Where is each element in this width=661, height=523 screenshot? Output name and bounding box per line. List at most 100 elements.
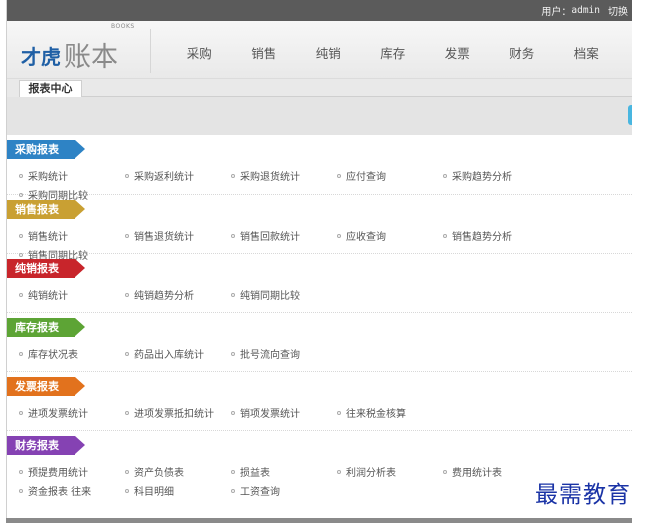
section-title: 库存报表 xyxy=(7,318,85,337)
section-title: 纯销报表 xyxy=(7,259,85,278)
bullet-icon xyxy=(19,489,23,493)
report-link-label: 纯销趋势分析 xyxy=(134,291,194,302)
bullet-icon xyxy=(231,470,235,474)
report-link[interactable]: 采购退货统计 xyxy=(231,168,337,187)
report-link[interactable]: 销售趋势分析 xyxy=(443,228,549,247)
bottom-edge xyxy=(6,518,632,523)
bullet-icon xyxy=(231,352,235,356)
report-link[interactable]: 资金报表 往来 xyxy=(19,483,125,502)
report-link-label: 采购返利统计 xyxy=(134,172,194,183)
bullet-icon xyxy=(19,352,23,356)
nav-item[interactable]: 财务 xyxy=(490,43,555,62)
bullet-icon xyxy=(231,293,235,297)
bullet-icon xyxy=(443,470,447,474)
report-link-label: 销售趋势分析 xyxy=(452,232,512,243)
report-link[interactable]: 进项发票统计 xyxy=(19,405,125,424)
report-link[interactable]: 药品出入库统计 xyxy=(125,346,231,365)
bullet-icon xyxy=(19,411,23,415)
report-sections: 采购报表 采购统计 采购返利统计 采购退货统计 应付查询 采购趋势分析 采购同期比较 销售报表… xyxy=(7,135,632,518)
report-section: 库存报表库存状况表 药品出入库统计 批号流向查询 xyxy=(7,313,632,372)
user-label: 用户： xyxy=(541,7,572,18)
nav-item[interactable]: 库存 xyxy=(361,43,426,62)
report-link-label: 应付查询 xyxy=(346,172,386,183)
tab-report-center[interactable]: 报表中心 xyxy=(19,80,82,97)
bullet-icon xyxy=(231,234,235,238)
report-link-label: 科目明细 xyxy=(134,487,174,498)
bullet-icon xyxy=(337,234,341,238)
bullet-icon xyxy=(125,174,129,178)
section-title: 财务报表 xyxy=(7,436,85,455)
bullet-icon xyxy=(443,174,447,178)
report-link-label: 销售回款统计 xyxy=(240,232,300,243)
report-link[interactable]: 损益表 xyxy=(231,464,337,483)
toolbar xyxy=(7,97,632,135)
report-link-label: 往来税金核算 xyxy=(346,409,406,420)
bullet-icon xyxy=(231,411,235,415)
report-link[interactable]: 纯销趋势分析 xyxy=(125,287,231,306)
report-link[interactable]: 销售退货统计 xyxy=(125,228,231,247)
screenshot-frame: 用户： admin 切换 才虎 账本 BOOKS 采购 销售 纯销 库存 发票 财务 档案 … xyxy=(0,0,661,523)
username: admin xyxy=(571,5,600,16)
report-link-label: 费用统计表 xyxy=(452,468,502,479)
logo-text-primary: 才虎 xyxy=(21,45,61,69)
bullet-icon xyxy=(337,470,341,474)
bullet-icon xyxy=(125,234,129,238)
bullet-icon xyxy=(19,234,23,238)
report-section: 纯销报表纯销统计 纯销趋势分析 纯销同期比较 xyxy=(7,254,632,313)
header: 才虎 账本 BOOKS 采购 销售 纯销 库存 发票 财务 档案 xyxy=(7,21,632,79)
report-link[interactable]: 销项发票统计 xyxy=(231,405,337,424)
nav-item[interactable]: 销售 xyxy=(232,43,297,62)
section-title: 采购报表 xyxy=(7,140,85,159)
report-link-label: 利润分析表 xyxy=(346,468,396,479)
report-link-label: 销售退货统计 xyxy=(134,232,194,243)
report-link-label: 纯销同期比较 xyxy=(240,291,300,302)
report-link[interactable]: 往来税金核算 xyxy=(337,405,443,424)
report-link[interactable]: 工资查询 xyxy=(231,483,337,502)
report-section: 销售报表 销售统计 销售退货统计 销售回款统计 应收查询 销售趋势分析 销售同期比较 xyxy=(7,195,632,262)
report-link[interactable]: 纯销同期比较 xyxy=(231,287,337,306)
report-link[interactable]: 采购趋势分析 xyxy=(443,168,549,187)
report-link-label: 进项发票统计 xyxy=(28,409,88,420)
report-links: 纯销统计 纯销趋势分析 纯销同期比较 xyxy=(7,287,632,306)
report-link[interactable]: 资产负债表 xyxy=(125,464,231,483)
logo-text-secondary: 账本 xyxy=(64,42,118,73)
nav-item[interactable]: 档案 xyxy=(554,43,619,62)
report-link-label: 预提费用统计 xyxy=(28,468,88,479)
bullet-icon xyxy=(125,411,129,415)
report-link-label: 库存状况表 xyxy=(28,350,78,361)
report-link[interactable]: 预提费用统计 xyxy=(19,464,125,483)
report-link[interactable]: 采购返利统计 xyxy=(125,168,231,187)
logo: 才虎 账本 xyxy=(21,31,118,71)
report-link[interactable]: 采购统计 xyxy=(19,168,125,187)
report-link-label: 采购统计 xyxy=(28,172,68,183)
report-link[interactable]: 应收查询 xyxy=(337,228,443,247)
section-title: 发票报表 xyxy=(7,377,85,396)
report-link-label: 销售统计 xyxy=(28,232,68,243)
report-links: 进项发票统计 进项发票抵扣统计 销项发票统计 往来税金核算 xyxy=(7,405,632,424)
report-link[interactable]: 进项发票抵扣统计 xyxy=(125,405,231,424)
nav-item[interactable]: 纯销 xyxy=(296,43,361,62)
app-window: 用户： admin 切换 才虎 账本 BOOKS 采购 销售 纯销 库存 发票 财务 档案 … xyxy=(6,0,632,518)
report-link[interactable]: 应付查询 xyxy=(337,168,443,187)
logo-divider xyxy=(150,29,151,73)
main-nav: 采购 销售 纯销 库存 发票 财务 档案 xyxy=(167,43,619,62)
report-link[interactable]: 费用统计表 xyxy=(443,464,549,483)
report-link[interactable]: 纯销统计 xyxy=(19,287,125,306)
report-link-label: 资金报表 往来 xyxy=(28,487,92,498)
report-link[interactable]: 利润分析表 xyxy=(337,464,443,483)
nav-item[interactable]: 采购 xyxy=(167,43,232,62)
bullet-icon xyxy=(125,293,129,297)
bullet-icon xyxy=(125,352,129,356)
report-link[interactable]: 批号流向查询 xyxy=(231,346,337,365)
report-link[interactable]: 库存状况表 xyxy=(19,346,125,365)
watermark: 最需教育 xyxy=(535,482,631,508)
report-link[interactable]: 销售统计 xyxy=(19,228,125,247)
toolbar-button[interactable] xyxy=(628,105,632,125)
report-link[interactable]: 科目明细 xyxy=(125,483,231,502)
report-link-label: 进项发票抵扣统计 xyxy=(134,409,214,420)
switch-link[interactable]: 切换 xyxy=(608,3,628,18)
report-link-label: 损益表 xyxy=(240,468,270,479)
report-link-label: 应收查询 xyxy=(346,232,386,243)
nav-item[interactable]: 发票 xyxy=(425,43,490,62)
report-link[interactable]: 销售回款统计 xyxy=(231,228,337,247)
